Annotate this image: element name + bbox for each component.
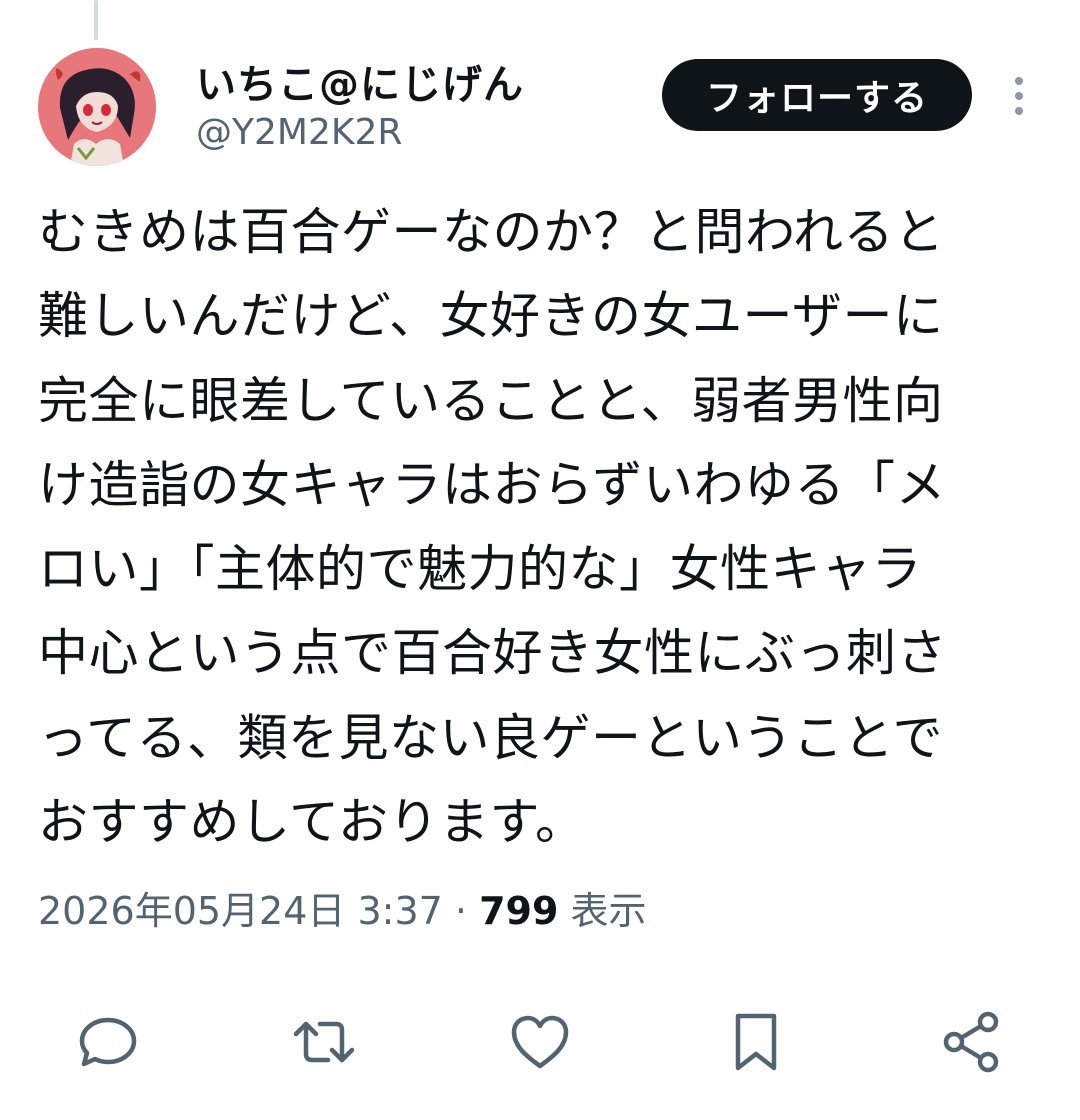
share-icon[interactable] — [940, 1010, 1004, 1074]
tweet-action-bar — [0, 1010, 1080, 1074]
views-label: 表示 — [570, 889, 647, 933]
author-name[interactable]: いちこ@にじげん — [196, 52, 524, 110]
tweet-text-line: 中心という点で百合好き女性にぶっ刺さ — [38, 624, 947, 683]
tweet-meta: 2026年05月24日 3:37 · 799 表示 — [38, 880, 647, 935]
avatar[interactable] — [38, 48, 156, 166]
tweet-text-line: 難しいんだけど、女好きの女ユーザーに — [38, 287, 944, 346]
tweet-text-line: ロい」「主体的で魅力的な」女性キャラ — [38, 540, 922, 599]
tweet-text-line: 完全に眼差していることと、弱者男性向 — [38, 371, 944, 430]
tweet-timestamp[interactable]: 2026年05月24日 3:37 — [38, 889, 443, 933]
tweet-text-line: むきめは百合ゲーなのか？と問われると — [38, 203, 945, 261]
tweet-text-line: おすすめしております。 — [38, 793, 586, 852]
reply-icon[interactable] — [76, 1010, 140, 1074]
views-count: 799 — [479, 889, 559, 933]
thread-connector-line — [94, 0, 98, 40]
tweet-text-line: ってる、類を見ない良ゲーということで — [38, 708, 943, 767]
avatar-image — [38, 48, 156, 166]
retweet-icon[interactable] — [292, 1010, 356, 1074]
follow-button[interactable]: フォローする — [662, 59, 972, 131]
tweet-text-line: け造詣の女キャラはおらずいわゆる「メ — [38, 455, 946, 514]
author-handle[interactable]: @Y2M2K2R — [196, 112, 402, 153]
like-icon[interactable] — [508, 1010, 572, 1074]
meta-separator: · — [454, 889, 468, 933]
tweet-detail: いちこ@にじげん @Y2M2K2R フォローする むきめは百合ゲーなのか？と問わ… — [0, 0, 1080, 1120]
tweet-text: むきめは百合ゲーなのか？と問われると 難しいんだけど、女好きの女ユーザーに 完全… — [38, 190, 1038, 864]
more-vertical-icon[interactable] — [1004, 74, 1034, 118]
bookmark-icon[interactable] — [724, 1010, 788, 1074]
